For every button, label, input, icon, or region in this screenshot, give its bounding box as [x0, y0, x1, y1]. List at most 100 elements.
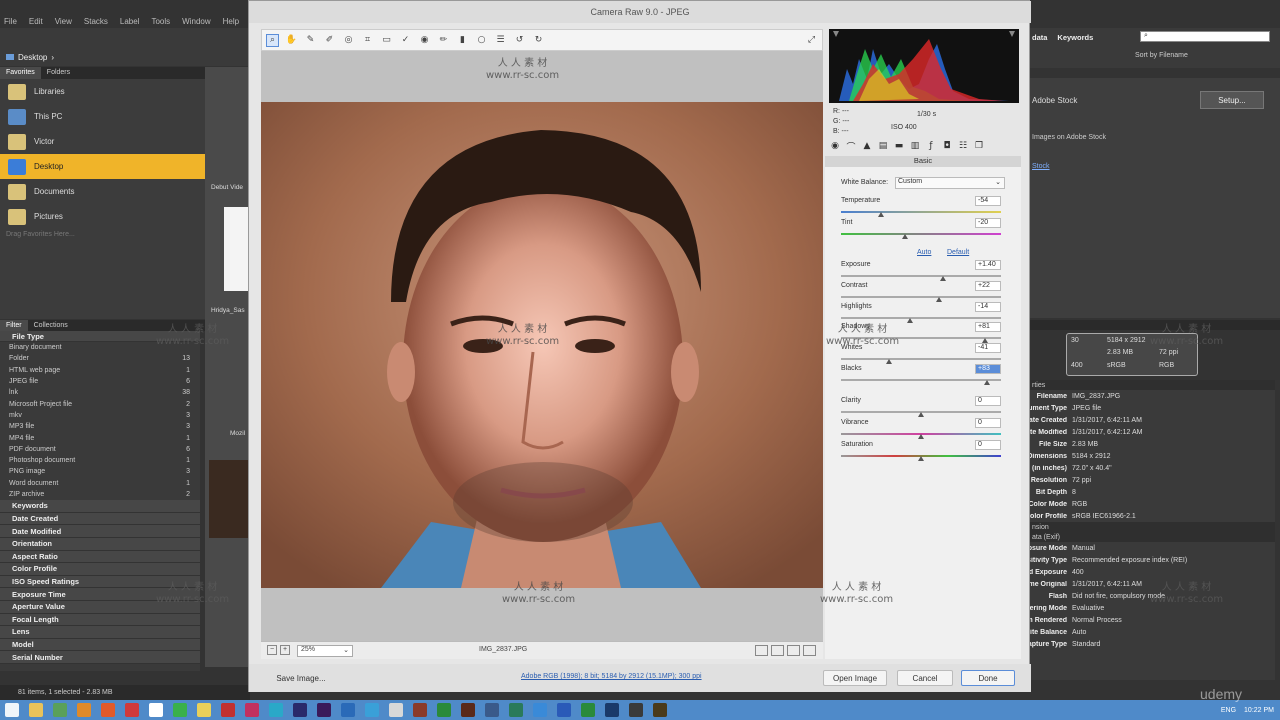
metadata-value[interactable]: 2.83 MB: [1072, 441, 1098, 448]
slider-value-input[interactable]: -20: [975, 218, 1001, 228]
app-icon[interactable]: [365, 703, 379, 717]
slider-thumb[interactable]: [918, 456, 924, 461]
filter-row[interactable]: MP4 file 1: [0, 432, 200, 443]
zoom-in-icon[interactable]: +: [280, 645, 290, 655]
menu-item[interactable]: Edit: [29, 17, 43, 26]
lens-corrections-icon[interactable]: ▥: [909, 140, 921, 152]
hsl-icon[interactable]: ▤: [877, 140, 889, 152]
filter-row[interactable]: Photoshop document 1: [0, 455, 200, 466]
metadata-value[interactable]: 72 ppi: [1072, 477, 1091, 484]
slider-value-input[interactable]: -54: [975, 196, 1001, 206]
basic-panel-icon[interactable]: ◉: [829, 140, 841, 152]
app-icon[interactable]: [125, 703, 139, 717]
language-indicator[interactable]: ENG: [1221, 707, 1236, 714]
word-icon[interactable]: [557, 703, 571, 717]
favorite-this-pc[interactable]: This PC: [0, 104, 205, 129]
excel-icon[interactable]: [581, 703, 595, 717]
sort-dropdown[interactable]: Sort by Filename: [1135, 52, 1188, 59]
metadata-value[interactable]: RGB: [1072, 501, 1087, 508]
menu-item[interactable]: Stacks: [84, 17, 108, 26]
before-after-icon[interactable]: [771, 645, 784, 656]
slider-thumb[interactable]: [918, 412, 924, 417]
metadata-value[interactable]: Standard: [1072, 641, 1100, 648]
filter-row[interactable]: JPEG file 6: [0, 376, 200, 387]
bridge-icon[interactable]: [653, 703, 667, 717]
start-icon[interactable]: [5, 703, 19, 717]
zoom-level-select[interactable]: 25% ⌄: [297, 645, 353, 657]
filter-section[interactable]: Color Profile: [0, 563, 200, 576]
metadata-value[interactable]: 1/31/2017, 6:42:11 AM: [1072, 417, 1142, 424]
app-icon[interactable]: [221, 703, 235, 717]
metadata-value[interactable]: IMG_2837.JPG: [1072, 393, 1120, 400]
filter-row[interactable]: PDF document 6: [0, 444, 200, 455]
slider-thumb[interactable]: [918, 434, 924, 439]
tab-favorites[interactable]: Favorites: [0, 67, 41, 79]
slider-track[interactable]: [841, 296, 1001, 298]
white-balance-select[interactable]: Custom ⌄: [895, 177, 1005, 189]
premiere-icon[interactable]: [317, 703, 331, 717]
rotate-right-icon[interactable]: ↻: [532, 34, 545, 47]
metadata-section-exif[interactable]: ata (Exif): [1030, 532, 1275, 542]
clock[interactable]: 10:22 PM: [1244, 707, 1274, 714]
document-thumbnail[interactable]: [224, 207, 250, 291]
tab-collections[interactable]: Collections: [28, 320, 74, 331]
app-icon[interactable]: [629, 703, 643, 717]
zoom-tool-icon[interactable]: ⌕: [266, 33, 279, 47]
metadata-value[interactable]: 400: [1072, 569, 1084, 576]
slider-track[interactable]: [841, 317, 1001, 319]
setup-button[interactable]: Setup...: [1200, 91, 1264, 109]
filter-row[interactable]: mkv 3: [0, 410, 200, 421]
slider-track[interactable]: [841, 233, 1001, 235]
app-icon[interactable]: [245, 703, 259, 717]
metadata-value[interactable]: 1/31/2017, 6:42:11 AM: [1072, 581, 1142, 588]
search-input[interactable]: ⌕: [1140, 31, 1270, 42]
menu-item[interactable]: View: [55, 17, 72, 26]
photoshop-icon[interactable]: [605, 703, 619, 717]
app-icon[interactable]: [485, 703, 499, 717]
zoom-out-icon[interactable]: −: [267, 645, 277, 655]
radial-filter-icon[interactable]: ○: [475, 34, 488, 47]
slider-value-input[interactable]: 0: [975, 396, 1001, 406]
white-balance-tool-icon[interactable]: ✎: [304, 34, 317, 47]
preferences-icon[interactable]: ☰: [494, 34, 507, 47]
image-thumbnail[interactable]: [209, 460, 250, 538]
slider-thumb[interactable]: [902, 234, 908, 239]
metadata-section-extension[interactable]: nsion: [1030, 522, 1275, 532]
metadata-value[interactable]: sRGB IEC61966-2.1: [1072, 513, 1136, 520]
slider-value-input[interactable]: +83: [975, 364, 1001, 374]
content-item-label[interactable]: Mozil: [230, 430, 245, 437]
presets-icon[interactable]: ☷: [957, 140, 969, 152]
filter-row[interactable]: Folder 13: [0, 353, 200, 364]
targeted-adjustment-icon[interactable]: ◎: [342, 34, 355, 47]
filter-row[interactable]: Microsoft Project file 2: [0, 398, 200, 409]
slider-thumb[interactable]: [886, 359, 892, 364]
default-link[interactable]: Default: [947, 249, 969, 256]
illustrator-icon[interactable]: [461, 703, 475, 717]
filter-row[interactable]: MP3 file 3: [0, 421, 200, 432]
app-icon[interactable]: [341, 703, 355, 717]
app-icon[interactable]: [509, 703, 523, 717]
slider-track[interactable]: [841, 211, 1001, 213]
filter-row[interactable]: ZIP archive 2: [0, 489, 200, 500]
filter-section[interactable]: Lens: [0, 626, 200, 639]
slider-value-input[interactable]: 0: [975, 440, 1001, 450]
preview-settings-icon[interactable]: [803, 645, 816, 656]
favorite-victor[interactable]: Victor: [0, 129, 205, 154]
tab-filter[interactable]: Filter: [0, 320, 28, 331]
app-icon[interactable]: [389, 703, 403, 717]
tab-metadata[interactable]: data: [1032, 33, 1047, 42]
slider-thumb[interactable]: [983, 380, 990, 385]
fullscreen-icon[interactable]: ⤢: [805, 34, 818, 47]
tab-folders[interactable]: Folders: [41, 67, 76, 79]
slider-value-input[interactable]: +22: [975, 281, 1001, 291]
metadata-section-file-properties[interactable]: rties: [1030, 380, 1275, 390]
after-effects-icon[interactable]: [293, 703, 307, 717]
metadata-value[interactable]: Normal Process: [1072, 617, 1122, 624]
split-toning-icon[interactable]: ▬: [893, 140, 905, 152]
metadata-value[interactable]: Recommended exposure index (REI): [1072, 557, 1187, 564]
filter-section[interactable]: Aspect Ratio: [0, 550, 200, 564]
done-button[interactable]: Done: [961, 670, 1015, 686]
camera-calibration-icon[interactable]: ◘: [941, 140, 953, 152]
breadcrumb-desktop[interactable]: Desktop: [18, 53, 47, 62]
menu-item[interactable]: File: [4, 17, 17, 26]
